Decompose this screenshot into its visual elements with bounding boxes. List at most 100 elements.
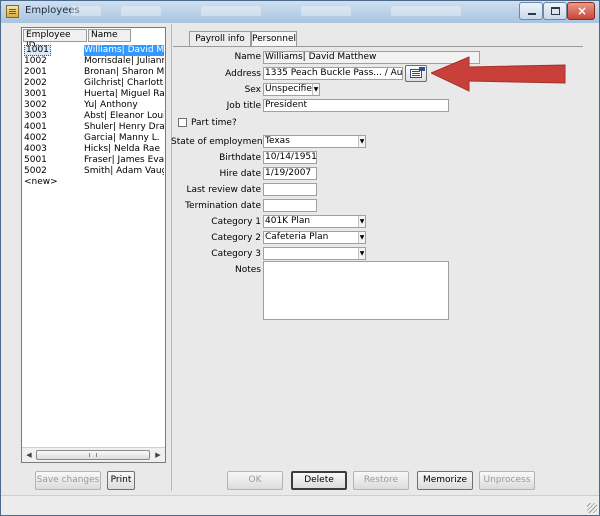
category-3-select[interactable]: ▼ [263, 247, 366, 260]
hire-date-label: Hire date [219, 169, 261, 179]
list-item-new[interactable]: <new> [23, 177, 165, 188]
app-icon [6, 5, 19, 18]
horizontal-scrollbar[interactable]: ◀ ▶ [22, 447, 165, 462]
sex-select[interactable]: Unspecified ▼ [263, 83, 320, 96]
sex-select-value: Unspecified [265, 84, 318, 94]
state-of-employment-select[interactable]: Texas ▼ [263, 135, 366, 148]
list-item[interactable]: 2002 Gilchrist| Charlotte E [23, 78, 165, 89]
last-review-date-label: Last review date [186, 185, 261, 195]
maximize-icon [551, 7, 560, 15]
list-item[interactable]: 2001 Bronan| Sharon M. [23, 67, 165, 78]
envelope-icon [410, 67, 425, 78]
resize-grip-icon[interactable] [587, 503, 597, 513]
notes-textarea[interactable] [263, 261, 449, 320]
list-item[interactable]: 5002 Smith| Adam Vaughn [23, 166, 165, 177]
close-button[interactable]: × [567, 2, 595, 20]
list-item[interactable]: 4002 Garcia| Manny L. [23, 133, 165, 144]
restore-button[interactable]: Restore [353, 471, 409, 490]
background-blur [391, 6, 461, 16]
hire-date-field[interactable]: 1/19/2007 [263, 167, 317, 180]
minimize-icon [528, 13, 536, 15]
background-blur [201, 6, 261, 16]
part-time-checkbox[interactable] [178, 118, 187, 127]
background-blur [301, 6, 351, 16]
dropdown-arrow-icon: ▼ [358, 248, 365, 259]
list-item[interactable]: 3002 Yu| Anthony [23, 100, 165, 111]
employee-name: Huerta| Miguel Ramon [84, 89, 164, 99]
employee-list[interactable]: Employee ID▲ Name 1001 Williams| David Ma… [21, 27, 166, 463]
employee-name: Bronan| Sharon M. [84, 67, 164, 77]
category-1-label: Category 1 [211, 217, 261, 227]
category-2-select[interactable]: Cafeteria Plan ▼ [263, 231, 366, 244]
job-title-label: Job title [226, 101, 261, 111]
employee-name: Gilchrist| Charlotte E [84, 78, 164, 88]
employee-id: <new> [24, 177, 58, 187]
termination-date-field[interactable] [263, 199, 317, 212]
last-review-date-field[interactable] [263, 183, 317, 196]
sex-label: Sex [244, 85, 261, 95]
category-3-label: Category 3 [211, 249, 261, 259]
employee-name: Yu| Anthony [84, 100, 138, 110]
scroll-right-icon[interactable]: ▶ [152, 450, 164, 461]
employee-name: Garcia| Manny L. [84, 133, 160, 143]
delete-button[interactable]: Delete [291, 471, 347, 490]
annotation-arrow-icon [431, 56, 566, 92]
memorize-button[interactable]: Memorize [417, 471, 473, 490]
list-item[interactable]: 4001 Shuler| Henry Drake [23, 122, 165, 133]
scroll-left-icon[interactable]: ◀ [23, 450, 35, 461]
dropdown-arrow-icon: ▼ [312, 84, 319, 95]
employee-name: Shuler| Henry Drake [84, 122, 164, 132]
employee-id: 3002 [24, 100, 47, 110]
employee-id: 1001 [24, 45, 51, 56]
column-header-name[interactable]: Name [88, 29, 131, 42]
background-blur [121, 6, 161, 16]
save-changes-button[interactable]: Save changes [35, 471, 101, 490]
birthdate-label: Birthdate [219, 153, 261, 163]
category-1-value: 401K Plan [265, 216, 311, 226]
termination-date-label: Termination date [185, 201, 261, 211]
employee-id: 5002 [24, 166, 47, 176]
notes-label: Notes [235, 265, 261, 275]
tab-payroll-info[interactable]: Payroll info [189, 31, 251, 46]
employees-window: Employees × Employee ID▲ Name 1001 Willia… [0, 0, 600, 516]
address-edit-button[interactable] [405, 65, 427, 82]
ok-button[interactable]: OK [227, 471, 283, 490]
job-title-field[interactable]: President [263, 99, 449, 112]
employee-name: Smith| Adam Vaughn [84, 166, 164, 176]
employee-id: 4001 [24, 122, 47, 132]
list-item[interactable]: 3001 Huerta| Miguel Ramon [23, 89, 165, 100]
employee-name: Abst| Eleanor Louise [84, 111, 164, 121]
background-blur [71, 6, 101, 16]
name-label: Name [234, 52, 261, 62]
category-2-label: Category 2 [211, 233, 261, 243]
employee-name: Williams| David Matthew [84, 45, 164, 56]
address-label: Address [225, 69, 261, 79]
employee-id: 4003 [24, 144, 47, 154]
employee-id: 2002 [24, 78, 47, 88]
address-field[interactable]: 1335 Peach Buckle Pass... / Austin [263, 67, 403, 80]
list-item[interactable]: 1002 Morrisdale| Julianna [23, 56, 165, 67]
tab-divider [173, 46, 583, 47]
list-item[interactable]: 1001 Williams| David Matthew [23, 45, 165, 56]
scroll-thumb[interactable] [36, 450, 150, 460]
list-item[interactable]: 3003 Abst| Eleanor Louise [23, 111, 165, 122]
maximize-button[interactable] [543, 2, 567, 20]
employee-id: 4002 [24, 133, 47, 143]
pane-splitter[interactable] [171, 24, 172, 491]
category-2-value: Cafeteria Plan [265, 232, 329, 242]
dropdown-arrow-icon: ▼ [358, 232, 365, 243]
print-button[interactable]: Print [107, 471, 135, 490]
employee-id: 3003 [24, 111, 47, 121]
tab-personnel[interactable]: Personnel [251, 31, 297, 46]
list-item[interactable]: 5001 Fraser| James Evan [23, 155, 165, 166]
category-1-select[interactable]: 401K Plan ▼ [263, 215, 366, 228]
status-bar [1, 495, 599, 515]
birthdate-field[interactable]: 10/14/1951 [263, 151, 317, 164]
state-of-employment-label: State of employment [171, 137, 267, 147]
column-header-employee-id[interactable]: Employee ID▲ [23, 29, 87, 51]
unprocess-button[interactable]: Unprocess [479, 471, 535, 490]
title-bar[interactable]: Employees × [1, 1, 599, 23]
minimize-button[interactable] [519, 2, 543, 20]
dropdown-arrow-icon: ▼ [358, 216, 365, 227]
list-item[interactable]: 4003 Hicks| Nelda Rae [23, 144, 165, 155]
